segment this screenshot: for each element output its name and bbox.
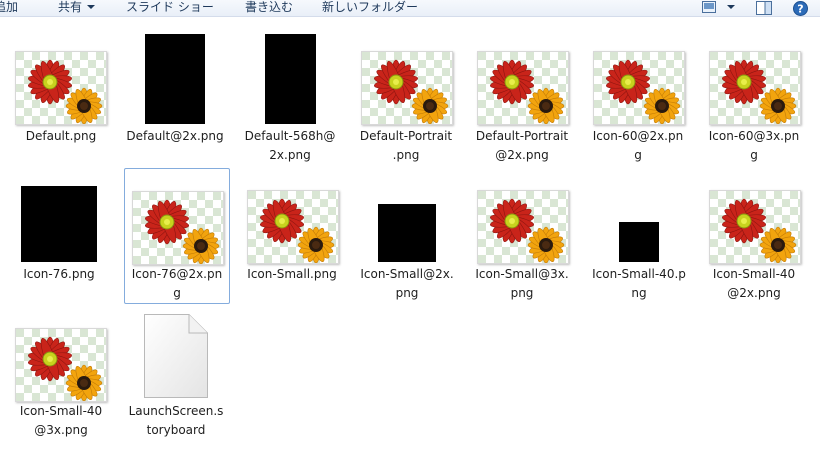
svg-text:?: ? xyxy=(797,3,803,16)
file-name: Icon-Small-40 @2x.png xyxy=(712,267,796,300)
image-thumbnail xyxy=(709,51,801,125)
file-item-default-png[interactable]: Default.png xyxy=(9,28,113,168)
image-thumbnail xyxy=(619,222,659,262)
view-options-icon[interactable] xyxy=(702,1,716,16)
file-item-icon-small-40-2x-png[interactable]: Icon-Small-40 @2x.png xyxy=(702,168,806,304)
image-thumbnail xyxy=(378,204,436,262)
file-name: Icon-76@2x.pn g xyxy=(131,267,223,300)
add-menu[interactable]: 追加 xyxy=(0,0,18,16)
command-bar: 追加 共有 スライド ショー 書き込む 新しいフォルダー ? xyxy=(0,0,820,17)
document-icon xyxy=(143,313,209,402)
file-name: Icon-60@3x.pn g xyxy=(708,129,800,162)
image-thumbnail xyxy=(593,51,685,125)
share-label: 共有 xyxy=(58,0,83,14)
file-item-launchscreen-storyboard[interactable]: LaunchScreen.s toryboard xyxy=(124,306,228,446)
file-name: Icon-Small-40 @3x.png xyxy=(19,404,103,437)
image-thumbnail xyxy=(361,51,453,125)
file-item-icon-small-png[interactable]: Icon-Small.png xyxy=(240,168,344,304)
burn-button[interactable]: 書き込む xyxy=(245,0,293,16)
file-name: Icon-60@2x.pn g xyxy=(592,129,684,162)
image-thumbnail xyxy=(15,51,107,125)
image-thumbnail xyxy=(132,191,224,265)
file-item-icon-60-3x-png[interactable]: Icon-60@3x.pn g xyxy=(702,28,806,168)
file-name: Default@2x.png xyxy=(126,129,224,143)
file-name: Icon-Small-40.p ng xyxy=(592,267,686,300)
image-thumbnail xyxy=(15,328,107,402)
slideshow-button[interactable]: スライド ショー xyxy=(126,0,214,16)
file-item-icon-small-40-3x-png[interactable]: Icon-Small-40 @3x.png xyxy=(9,306,113,446)
file-name: Icon-Small@3x. png xyxy=(475,267,569,300)
file-item-default-portrait-png[interactable]: Default-Portrait .png xyxy=(354,28,458,168)
view-options-dropdown[interactable] xyxy=(722,0,735,16)
file-item-icon-small-3x-png[interactable]: Icon-Small@3x. png xyxy=(470,168,574,304)
share-menu[interactable]: 共有 xyxy=(58,0,96,16)
file-name: Icon-76.png xyxy=(23,267,95,281)
new-folder-button[interactable]: 新しいフォルダー xyxy=(322,0,418,16)
file-item-icon-76-2x-png[interactable]: Icon-76@2x.pn g xyxy=(124,168,230,304)
image-thumbnail xyxy=(21,186,97,262)
image-thumbnail xyxy=(477,51,569,125)
help-icon[interactable]: ? xyxy=(793,1,808,19)
file-name: Default-568h@ 2x.png xyxy=(244,129,336,162)
file-item-default-2x-png[interactable]: Default@2x.png xyxy=(123,28,227,168)
image-thumbnail xyxy=(265,34,316,124)
file-name: Default-Portrait .png xyxy=(359,129,453,162)
image-thumbnail xyxy=(145,34,205,124)
file-item-icon-76-png[interactable]: Icon-76.png xyxy=(7,168,111,304)
file-item-icon-small-2x-png[interactable]: Icon-Small@2x. png xyxy=(355,168,459,304)
chevron-down-icon xyxy=(87,5,96,9)
file-name: Default.png xyxy=(25,129,97,143)
preview-pane-icon[interactable] xyxy=(756,1,772,18)
image-thumbnail xyxy=(477,190,569,264)
image-thumbnail xyxy=(247,190,339,264)
file-item-default-568h-2x-png[interactable]: Default-568h@ 2x.png xyxy=(238,28,342,168)
file-name: Icon-Small@2x. png xyxy=(360,267,454,300)
file-item-default-portrait-2x-png[interactable]: Default-Portrait @2x.png xyxy=(470,28,574,168)
file-name: Default-Portrait @2x.png xyxy=(475,129,569,162)
chevron-down-icon xyxy=(727,5,735,9)
file-name: LaunchScreen.s toryboard xyxy=(128,404,224,437)
file-item-icon-60-2x-png[interactable]: Icon-60@2x.pn g xyxy=(586,28,690,168)
image-thumbnail xyxy=(709,190,801,264)
file-item-icon-small-40-png[interactable]: Icon-Small-40.p ng xyxy=(587,168,691,304)
file-name: Icon-Small.png xyxy=(247,267,337,281)
